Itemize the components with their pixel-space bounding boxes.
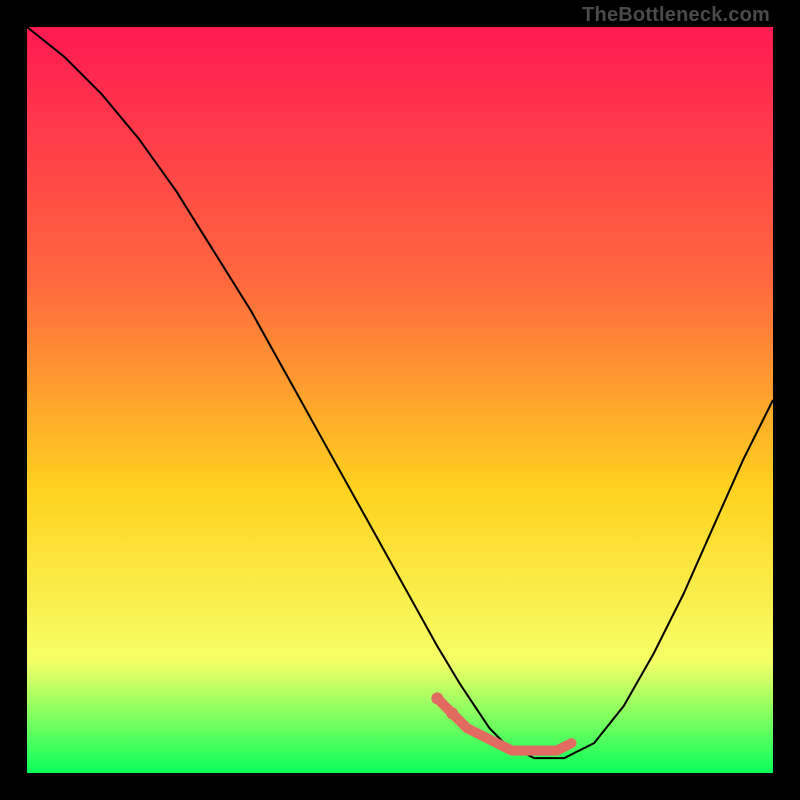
chart-svg [27,27,773,773]
chart-container: TheBottleneck.com [0,0,800,800]
attribution-label: TheBottleneck.com [582,4,770,27]
plot-area [27,27,773,773]
optimum-marker-dot [431,692,443,704]
optimum-marker-dot [446,707,458,719]
